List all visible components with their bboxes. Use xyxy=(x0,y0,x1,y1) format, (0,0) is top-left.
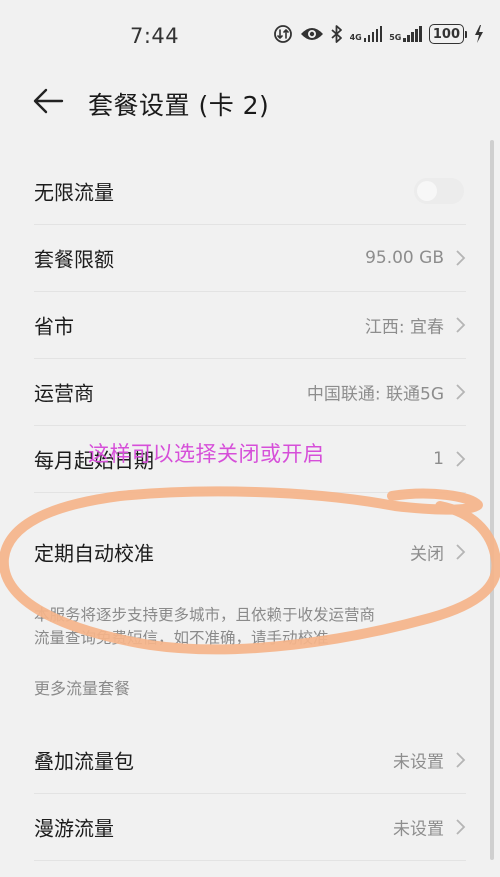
auto-calibrate-row[interactable]: 定期自动校准 关闭 xyxy=(34,493,466,611)
signal-2-label: 5G xyxy=(389,33,402,42)
note-line-1: 本服务将逐步支持更多城市，且依赖于收发运营商 xyxy=(34,606,376,624)
province-value: 江西: 宜春 xyxy=(364,317,444,338)
addon-package-label: 叠加流量包 xyxy=(34,749,134,774)
auto-calibrate-value: 关闭 xyxy=(410,544,444,565)
back-button[interactable] xyxy=(30,86,70,120)
signal-1-label: 4G xyxy=(349,33,362,42)
start-date-value: 1 xyxy=(433,449,444,469)
charging-icon xyxy=(474,25,484,43)
unlimited-data-row[interactable]: 无限流量 xyxy=(34,158,466,225)
plan-quota-label: 套餐限额 xyxy=(34,247,114,272)
roaming-data-label: 漫游流量 xyxy=(34,816,114,841)
roaming-data-value: 未设置 xyxy=(393,819,444,840)
settings-list: 无限流量 套餐限额 95.00 GB 省市 江西: 宜春 运营商 中国联通: 联… xyxy=(34,158,466,611)
start-date-label: 每月起始日期 xyxy=(34,448,154,473)
chevron-right-icon xyxy=(456,250,466,266)
plan-quota-value: 95.00 GB xyxy=(365,248,444,268)
roaming-data-row[interactable]: 漫游流量 未设置 xyxy=(34,794,466,861)
unlimited-data-label: 无限流量 xyxy=(34,180,114,205)
more-plans-title: 更多流量套餐 xyxy=(34,679,131,698)
province-label: 省市 xyxy=(34,314,74,339)
carrier-label: 运营商 xyxy=(34,381,94,406)
chevron-right-icon xyxy=(456,451,466,467)
arrow-left-icon xyxy=(33,88,64,114)
chevron-right-icon xyxy=(456,317,466,333)
scrollbar[interactable] xyxy=(490,140,494,860)
status-time: 7:44 xyxy=(130,24,180,48)
data-saver-icon xyxy=(273,24,293,44)
addon-package-row[interactable]: 叠加流量包 未设置 xyxy=(34,727,466,794)
header: 套餐设置 (卡 2) xyxy=(0,72,500,134)
note-line-2: 流量查询免费短信，如不准确，请手动校准 xyxy=(34,629,329,647)
signal-icon: 4G xyxy=(350,26,383,42)
signal-icon: 5G xyxy=(389,26,422,42)
calibration-note: 本服务将逐步支持更多城市，且依赖于收发运营商 流量查询免费短信，如不准确，请手动… xyxy=(34,604,466,650)
status-icons: 4G 5G 100 xyxy=(273,24,484,44)
page-title: 套餐设置 (卡 2) xyxy=(88,91,270,120)
chevron-right-icon xyxy=(456,752,466,768)
battery-icon: 100 xyxy=(428,24,467,44)
start-date-row[interactable]: 每月起始日期 1 xyxy=(34,426,466,493)
eye-icon xyxy=(300,26,324,42)
addon-package-value: 未设置 xyxy=(393,752,444,773)
plan-quota-row[interactable]: 套餐限额 95.00 GB xyxy=(34,225,466,292)
battery-level: 100 xyxy=(428,24,464,44)
carrier-value: 中国联通: 联通5G xyxy=(306,384,444,405)
province-row[interactable]: 省市 江西: 宜春 xyxy=(34,292,466,359)
carrier-row[interactable]: 运营商 中国联通: 联通5G xyxy=(34,359,466,426)
more-plans-list: 叠加流量包 未设置 漫游流量 未设置 xyxy=(34,727,466,861)
bluetooth-icon xyxy=(330,25,343,43)
status-bar: 7:44 4G 5G 100 xyxy=(0,0,500,72)
chevron-right-icon xyxy=(456,544,466,560)
toggle-knob xyxy=(417,181,437,201)
chevron-right-icon xyxy=(456,819,466,835)
chevron-right-icon xyxy=(456,384,466,400)
auto-calibrate-label: 定期自动校准 xyxy=(34,541,154,566)
unlimited-data-toggle[interactable] xyxy=(414,178,464,204)
